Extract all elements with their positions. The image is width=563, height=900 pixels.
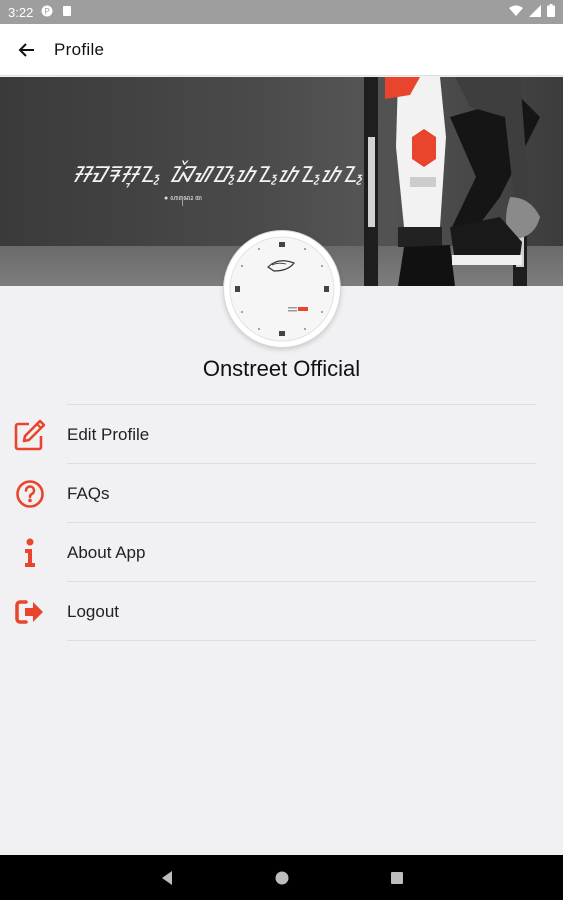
- storage-icon: [61, 5, 73, 20]
- menu-item-faqs[interactable]: FAQs: [0, 464, 563, 523]
- battery-icon: [547, 4, 555, 20]
- page-title: Profile: [54, 39, 105, 59]
- menu-item-about-app[interactable]: About App: [0, 523, 563, 582]
- info-icon: [25, 538, 35, 567]
- menu-item-label: About App: [67, 542, 146, 562]
- nav-back-icon[interactable]: [160, 870, 174, 886]
- edit-icon: [14, 419, 46, 450]
- arrow-left-icon: [18, 42, 34, 57]
- svg-text:P: P: [45, 7, 50, 16]
- notification-icon: P: [41, 5, 53, 20]
- menu-item-label: Edit Profile: [67, 424, 150, 444]
- menu-item-label: Logout: [67, 601, 119, 621]
- logout-icon: [15, 599, 43, 624]
- signal-icon: [529, 4, 541, 20]
- menu-item-label: FAQs: [67, 483, 110, 503]
- status-time: 3:22: [8, 4, 34, 20]
- profile-avatar[interactable]: [224, 231, 340, 347]
- nav-home-icon[interactable]: [274, 870, 290, 886]
- profile-name: Onstreet Official: [202, 356, 361, 381]
- divider: [67, 640, 536, 641]
- question-icon: [16, 479, 44, 508]
- clock-logo-image: [229, 236, 335, 342]
- menu-item-edit-profile[interactable]: Edit Profile: [0, 405, 563, 464]
- app-bar: Profile: [0, 24, 563, 76]
- wifi-icon: [509, 5, 523, 20]
- system-nav-bar: [0, 855, 563, 900]
- menu-item-logout[interactable]: Logout: [0, 582, 563, 641]
- status-bar: 3:22 P: [0, 0, 563, 24]
- nav-recents-icon[interactable]: [390, 871, 404, 885]
- profile-menu: Edit Profile FAQs About App Logout: [0, 405, 563, 641]
- back-button[interactable]: [0, 24, 54, 76]
